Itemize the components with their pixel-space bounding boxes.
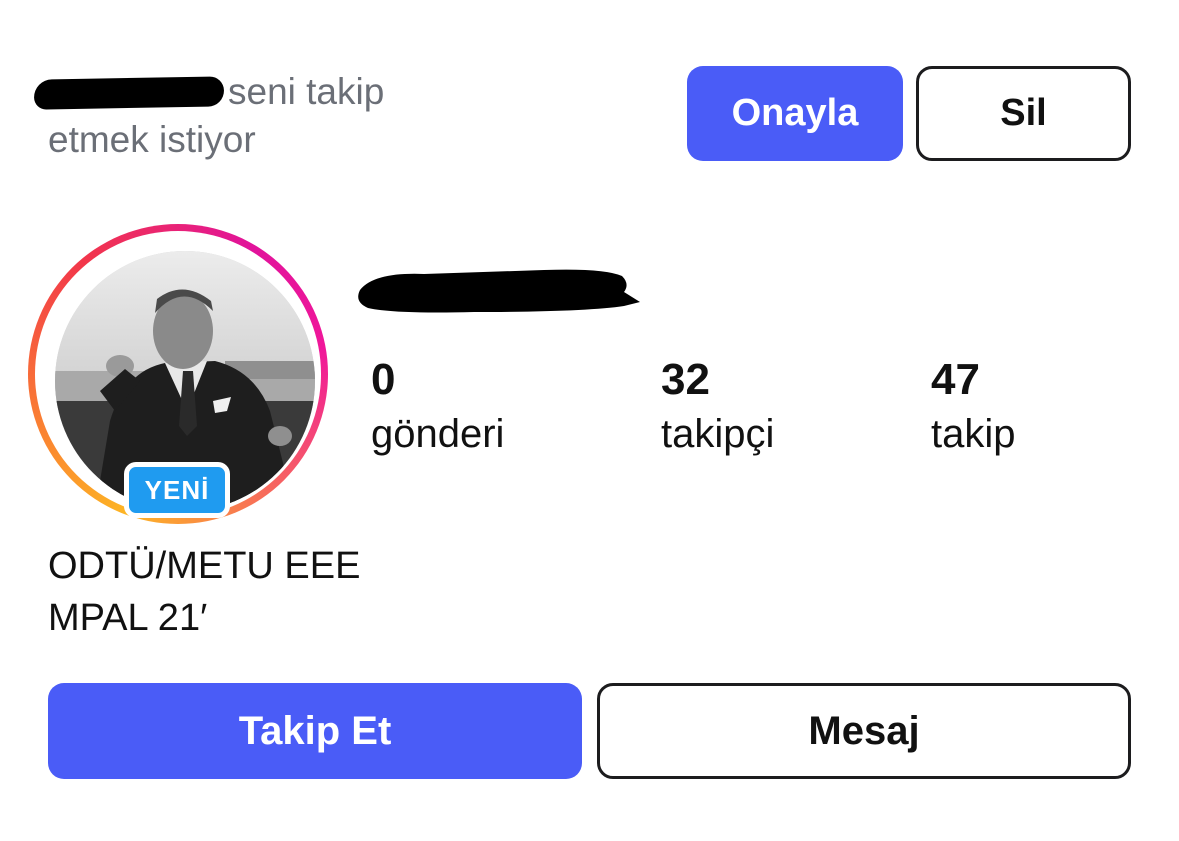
stat-posts-count: 0: [371, 355, 396, 404]
stat-following-count: 47: [931, 355, 980, 404]
stat-posts[interactable]: 0 gönderi: [371, 352, 504, 460]
profile-bio: ODTÜ/METU EEE MPAL 21′: [48, 540, 360, 644]
stat-following-label: takip: [931, 412, 1016, 456]
bio-line1: ODTÜ/METU EEE: [48, 545, 361, 587]
profile-card: seni takip etmek istiyor Onayla Sil YENİ…: [0, 0, 1179, 841]
new-badge: YENİ: [124, 462, 230, 518]
follow-button[interactable]: Takip Et: [48, 683, 582, 779]
follow-request-line2: etmek istiyor: [48, 119, 256, 160]
redacted-username-2: [358, 269, 640, 313]
bio-line2: MPAL 21′: [48, 597, 208, 639]
redacted-username: [33, 76, 225, 110]
follow-request-message: seni takip etmek istiyor: [33, 68, 468, 164]
stat-followers[interactable]: 32 takipçi: [661, 352, 774, 460]
stat-followers-count: 32: [661, 355, 710, 404]
stat-followers-label: takipçi: [661, 412, 775, 456]
stat-following[interactable]: 47 takip: [931, 352, 1016, 460]
delete-button[interactable]: Sil: [916, 66, 1131, 161]
approve-button[interactable]: Onayla: [687, 66, 903, 161]
stat-posts-label: gönderi: [371, 412, 505, 456]
follow-request-line1: seni takip: [228, 71, 385, 112]
message-button[interactable]: Mesaj: [597, 683, 1131, 779]
